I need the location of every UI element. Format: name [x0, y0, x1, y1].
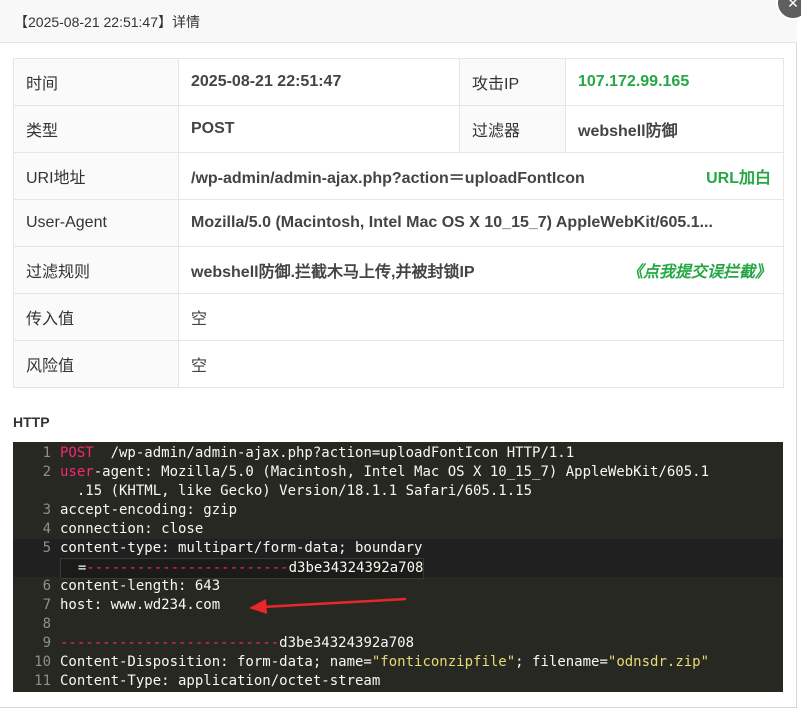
line-number: 10: [34, 654, 51, 670]
user-agent-value: Mozilla/5.0 (Macintosh, Intel Mac OS X 1…: [178, 199, 784, 247]
code-line: 10 Content-Disposition: form-data; name="…: [13, 653, 783, 672]
detail-table: 时间 2025-08-21 22:51:47 攻击IP 107.172.99.1…: [13, 58, 784, 388]
code-token: =: [61, 560, 87, 576]
code-line: 2 user-agent: Mozilla/5.0 (Macintosh, Int…: [13, 463, 783, 482]
dialog-titlebar: 【2025-08-21 22:51:47】详情: [0, 0, 797, 43]
risk-value: 空: [178, 340, 784, 388]
code-line: 6 content-length: 643: [13, 577, 783, 596]
code-token: content-type: multipart/form-data; bound…: [60, 540, 423, 556]
report-false-block-link[interactable]: 《点我提交误拦截》: [627, 258, 771, 282]
row-label: 过滤规则: [13, 246, 179, 294]
code-token: d3be34324392a708: [279, 635, 415, 651]
line-number: 3: [42, 502, 51, 518]
detail-dialog: 【2025-08-21 22:51:47】详情 时间 2025-08-21 22…: [0, 0, 797, 708]
code-token: content-length: 643: [60, 578, 221, 594]
code-text: content-type: multipart/form-data; bound…: [60, 539, 422, 558]
code-line: 11 Content-Type: application/octet-stream: [13, 672, 783, 691]
code-text: accept-encoding: gzip: [60, 501, 237, 520]
code-text: POST /wp-admin/admin-ajax.php?action=upl…: [60, 444, 574, 463]
attack-ip-value: 107.172.99.165: [565, 58, 784, 106]
code-token: ; filename=: [515, 654, 608, 670]
code-token: ------------------------: [86, 560, 289, 576]
code-line: 3 accept-encoding: gzip: [13, 501, 783, 520]
input-value: 空: [178, 293, 784, 341]
code-token: connection: close: [60, 521, 204, 537]
line-number: 11: [34, 673, 51, 689]
code-token: user: [60, 464, 94, 480]
line-number: 7: [42, 597, 51, 613]
code-token: d3be34324392a708: [288, 560, 424, 576]
code-text: --------------------------d3be34324392a7…: [60, 634, 414, 653]
code-token: Content-Disposition: form-data; name=: [60, 654, 372, 670]
code-token: "odnsdr.zip": [607, 654, 710, 670]
line-number: 6: [42, 578, 51, 594]
dialog-title: 【2025-08-21 22:51:47】详情: [14, 14, 200, 30]
code-line: =------------------------d3be34324392a70…: [13, 558, 783, 579]
code-line: 4 connection: close: [13, 520, 783, 539]
filter-rule-value: webshell防御.拦截木马上传,并被封锁IP: [191, 264, 475, 281]
code-text: host: www.wd234.com: [60, 596, 220, 615]
table-row-user-agent: User-Agent Mozilla/5.0 (Macintosh, Intel…: [13, 199, 784, 247]
code-token: Content-Type: application/octet-stream: [60, 673, 381, 689]
code-token: -agent: Mozilla/5.0 (Macintosh, Intel Ma…: [93, 464, 710, 480]
code-text: content-length: 643: [60, 577, 220, 596]
table-row-risk: 风险值 空: [13, 340, 784, 388]
row-label: URI地址: [13, 152, 179, 200]
line-number: 8: [42, 616, 51, 632]
code-text: Content-Disposition: form-data; name="fo…: [60, 653, 709, 672]
code-token: .15 (KHTML, like Gecko) Version/18.1.1 S…: [60, 483, 533, 499]
code-text: Content-Type: application/octet-stream: [60, 672, 380, 691]
table-row-uri: URI地址 /wp-admin/admin-ajax.php?action＝up…: [13, 152, 784, 200]
code-token: /wp-admin/admin-ajax.php?action=uploadFo…: [93, 445, 575, 461]
code-text: =------------------------d3be34324392a70…: [60, 558, 425, 579]
row-label: 传入值: [13, 293, 179, 341]
code-line: 1 POST /wp-admin/admin-ajax.php?action=up…: [13, 444, 783, 463]
code-token: host: www.wd234.com: [60, 597, 221, 613]
table-row-time: 时间 2025-08-21 22:51:47 攻击IP 107.172.99.1…: [13, 58, 784, 106]
code-text: connection: close: [60, 520, 203, 539]
row-value-cell: /wp-admin/admin-ajax.php?action＝uploadFo…: [178, 152, 784, 200]
row-label: 类型: [13, 105, 179, 153]
row-value-cell: webshell防御.拦截木马上传,并被封锁IP 《点我提交误拦截》: [178, 246, 784, 294]
line-number: 9: [42, 635, 51, 651]
code-token: --------------------------: [60, 635, 280, 651]
code-line: 7 host: www.wd234.com: [13, 596, 783, 615]
code-line: 9 --------------------------d3be34324392a…: [13, 634, 783, 653]
table-row-filter-rule: 过滤规则 webshell防御.拦截木马上传,并被封锁IP 《点我提交误拦截》: [13, 246, 784, 294]
code-line: .15 (KHTML, like Gecko) Version/18.1.1 S…: [13, 482, 783, 501]
row-value: POST: [178, 105, 460, 153]
row-label: 风险值: [13, 340, 179, 388]
code-token: POST: [60, 445, 94, 461]
filter-value: webshell防御: [565, 105, 784, 153]
row-label: 时间: [13, 58, 179, 106]
line-number: 5: [42, 540, 51, 556]
code-text: .15 (KHTML, like Gecko) Version/18.1.1 S…: [60, 482, 532, 501]
row-label: 过滤器: [459, 105, 566, 153]
code-line: 8: [13, 615, 783, 634]
http-section-label: HTTP: [13, 414, 50, 430]
code-token: accept-encoding: gzip: [60, 502, 238, 518]
line-number: 1: [42, 445, 51, 461]
http-code-view[interactable]: 1 POST /wp-admin/admin-ajax.php?action=up…: [13, 442, 783, 692]
code-token: "fonticonzipfile": [371, 654, 516, 670]
row-value: 2025-08-21 22:51:47: [178, 58, 460, 106]
line-number: 4: [42, 521, 51, 537]
row-label: User-Agent: [13, 199, 179, 247]
code-line: 5 content-type: multipart/form-data; boun…: [13, 539, 783, 558]
url-whitelist-link[interactable]: URL加白: [706, 164, 771, 188]
line-number: 2: [42, 464, 51, 480]
row-label: 攻击IP: [459, 58, 566, 106]
table-row-input: 传入值 空: [13, 293, 784, 341]
table-row-type: 类型 POST 过滤器 webshell防御: [13, 105, 784, 153]
code-text: user-agent: Mozilla/5.0 (Macintosh, Inte…: [60, 463, 709, 482]
uri-value: /wp-admin/admin-ajax.php?action＝uploadFo…: [191, 170, 585, 187]
